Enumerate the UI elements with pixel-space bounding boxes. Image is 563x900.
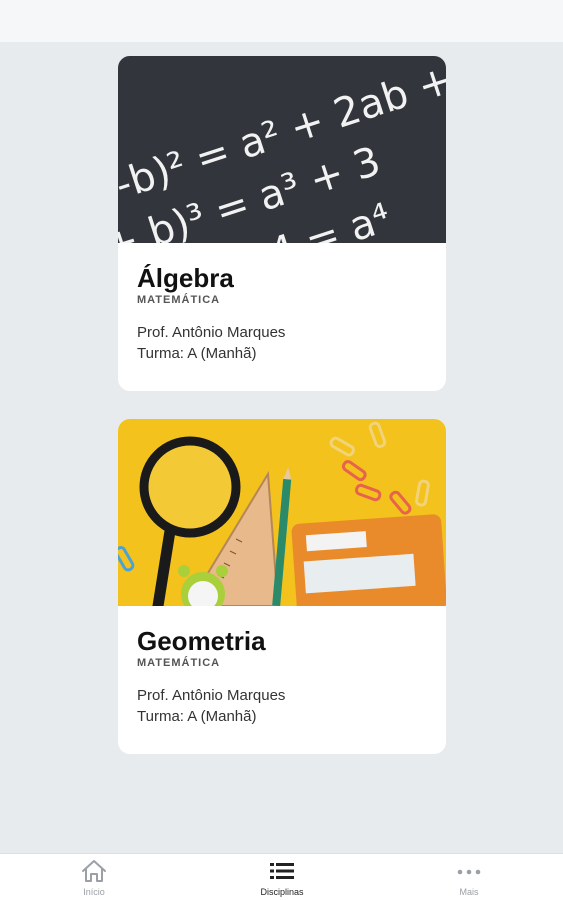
calculator-icon	[291, 514, 446, 606]
subject-title: Álgebra	[137, 263, 234, 293]
home-icon	[82, 860, 106, 882]
subject-card-algebra[interactable]: -b)² = a² + 2ab + + b)³ = a³ + 3 a + b -…	[118, 56, 446, 391]
subject-title: Geometria	[137, 626, 266, 656]
card-body: Álgebra MATEMÁTICA Prof. Antônio Marques…	[118, 243, 446, 364]
subject-class: Turma: A (Manhã)	[137, 708, 257, 725]
subjects-list[interactable]: -b)² = a² + 2ab + + b)³ = a³ + 3 a + b -…	[0, 42, 563, 853]
nav-label: Início	[83, 887, 105, 897]
bottom-navigation: Início Disciplinas Mais	[0, 853, 563, 900]
app: -b)² = a² + 2ab + + b)³ = a³ + 3 a + b -…	[0, 0, 563, 900]
card-body: Geometria MATEMÁTICA Prof. Antônio Marqu…	[118, 606, 446, 727]
more-dots-icon	[457, 869, 481, 875]
subject-category: MATEMÁTICA	[137, 657, 221, 669]
nav-item-disciplinas[interactable]: Disciplinas	[232, 854, 332, 900]
chalkboard-equations-image: -b)² = a² + 2ab + + b)³ = a³ + 3 a + b -…	[118, 56, 446, 243]
geometry-tools-image	[118, 419, 446, 606]
list-icon	[270, 863, 294, 879]
nav-label: Disciplinas	[260, 887, 304, 897]
subject-teacher: Prof. Antônio Marques	[137, 687, 286, 704]
subject-teacher: Prof. Antônio Marques	[137, 324, 286, 341]
nav-item-inicio[interactable]: Início	[44, 854, 144, 900]
subject-class: Turma: A (Manhã)	[137, 345, 257, 362]
nav-label: Mais	[459, 887, 479, 897]
nav-item-mais[interactable]: Mais	[419, 854, 519, 900]
top-bar	[0, 0, 563, 42]
subject-card-geometria[interactable]: Geometria MATEMÁTICA Prof. Antônio Marqu…	[118, 419, 446, 754]
subject-category: MATEMÁTICA	[137, 294, 221, 306]
